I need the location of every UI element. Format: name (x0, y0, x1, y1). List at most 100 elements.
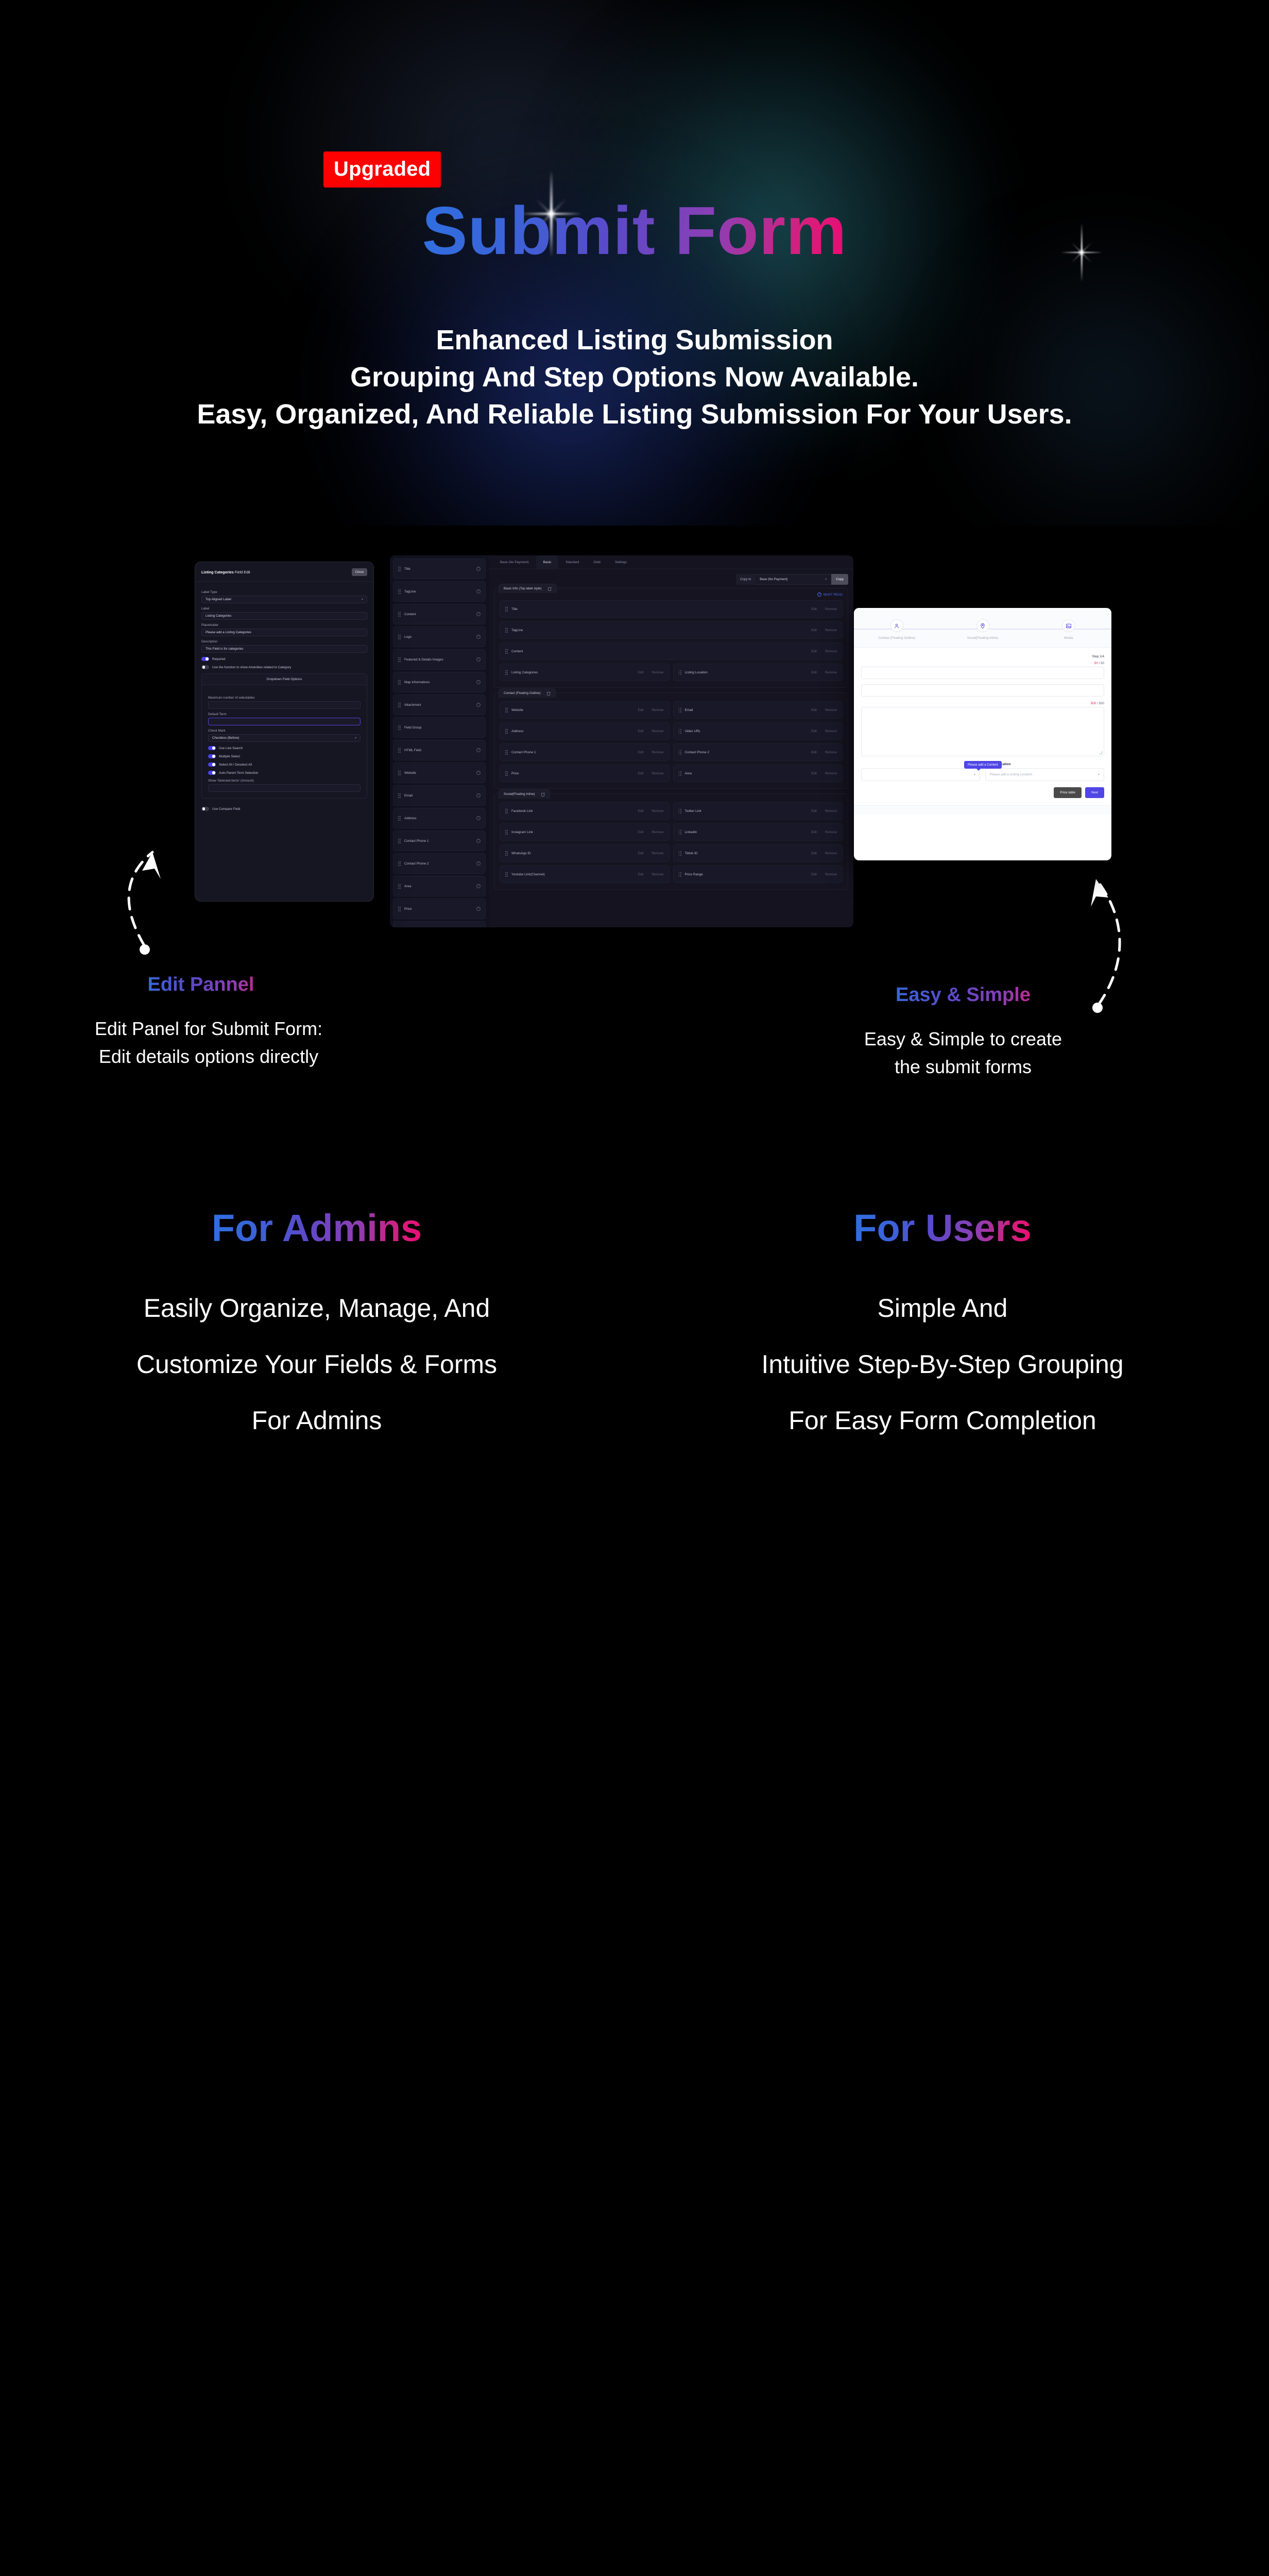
required-toggle-row[interactable]: Required (201, 657, 367, 661)
trash-icon[interactable] (541, 792, 545, 796)
listing-location-field[interactable]: Listing Location Please add a Listing Lo… (985, 762, 1104, 781)
field-list-item[interactable]: Website? (393, 762, 486, 783)
drag-handle-icon[interactable] (505, 749, 508, 755)
copy-button[interactable]: Copy (831, 574, 848, 585)
edit-link[interactable]: Edit (811, 730, 817, 733)
live-search-toggle[interactable] (208, 746, 216, 750)
help-icon[interactable]: ? (476, 793, 481, 798)
drag-handle-icon[interactable] (505, 669, 508, 675)
drag-handle-icon[interactable] (505, 728, 508, 734)
drag-handle-icon[interactable] (505, 606, 508, 612)
drag-handle-icon[interactable] (678, 749, 681, 755)
field-list-item[interactable]: Contact Phone 1? (393, 831, 486, 851)
field-group-tab[interactable]: Basic Info (Top label style) (499, 584, 557, 593)
help-icon[interactable]: ? (476, 861, 481, 866)
step-circle[interactable] (890, 619, 903, 632)
remove-link[interactable]: Remove (651, 708, 663, 712)
tab-basic[interactable]: Basic (536, 555, 559, 569)
content-textarea[interactable] (861, 707, 1104, 756)
edit-link[interactable]: Edit (638, 671, 644, 674)
auto-parent-toggle-row[interactable]: Auto Parent Term Selection (208, 771, 361, 775)
remove-link[interactable]: Remove (651, 852, 663, 855)
edit-link[interactable]: Edit (638, 809, 644, 813)
auto-parent-toggle[interactable] (208, 771, 216, 775)
edit-link[interactable]: Edit (811, 650, 817, 653)
form-field-card[interactable]: Content Edit Remove (500, 642, 843, 660)
help-icon[interactable]: ? (476, 589, 481, 594)
drag-handle-icon[interactable] (678, 669, 681, 675)
field-list-item[interactable]: Address? (393, 808, 486, 828)
copy-to-select[interactable]: Base (No Payment) ▾ (755, 574, 832, 585)
field-list-item[interactable]: Price Range? (393, 921, 486, 927)
drag-handle-icon[interactable] (398, 679, 401, 685)
price-table-button[interactable]: Price table (1054, 787, 1082, 798)
drag-handle-icon[interactable] (398, 838, 401, 844)
remove-link[interactable]: Remove (651, 730, 663, 733)
tab-standard[interactable]: Standard (558, 555, 586, 569)
edit-link[interactable]: Edit (811, 852, 817, 855)
field-list-item[interactable]: HTML Field? (393, 740, 486, 760)
form-field-card[interactable]: Contact Phone 2 Edit Remove (673, 743, 843, 761)
drag-handle-icon[interactable] (505, 829, 508, 835)
form-field-card[interactable]: Price Edit Remove (500, 765, 670, 782)
form-field-card[interactable]: Youtube Link(Channel) Edit Remove (500, 866, 670, 883)
field-group-tab[interactable]: Contact (Floating Outline) (499, 688, 556, 698)
placeholder-input[interactable]: Please add a Listing Categories (201, 629, 367, 636)
help-icon[interactable]: ? (476, 680, 481, 684)
help-icon[interactable]: ? (476, 635, 481, 639)
field-list-item[interactable]: Title? (393, 558, 486, 579)
help-icon[interactable]: ? (476, 567, 481, 571)
drag-handle-icon[interactable] (398, 906, 401, 912)
form-field-card[interactable]: Listing Categories Edit Remove (500, 664, 670, 681)
help-icon[interactable]: ? (476, 907, 481, 911)
drag-handle-icon[interactable] (398, 656, 401, 663)
form-field-card[interactable]: WhatsApp ID Edit Remove (500, 844, 670, 862)
remove-link[interactable]: Remove (651, 772, 663, 775)
drag-handle-icon[interactable] (678, 829, 681, 835)
edit-link[interactable]: Edit (811, 708, 817, 712)
edit-link[interactable]: Edit (638, 873, 644, 876)
edit-link[interactable]: Edit (811, 809, 817, 813)
title-input[interactable] (861, 667, 1104, 679)
available-fields-list[interactable]: Title? TagLine? Content? Logo? Featured & De… (390, 555, 489, 927)
tagline-input[interactable] (861, 684, 1104, 697)
drag-handle-icon[interactable] (505, 808, 508, 814)
form-field-card[interactable]: Price Range Edit Remove (673, 866, 843, 883)
edit-link[interactable]: Edit (638, 852, 644, 855)
form-builder-panel[interactable]: Title? TagLine? Content? Logo? Featured & De… (390, 555, 853, 927)
remove-link[interactable]: Remove (825, 852, 837, 855)
selected-items-input[interactable] (208, 784, 361, 792)
edit-link[interactable]: Edit (811, 831, 817, 834)
drag-handle-icon[interactable] (398, 860, 401, 867)
field-list-item[interactable]: Price? (393, 899, 486, 919)
drag-handle-icon[interactable] (398, 724, 401, 731)
label-type-select[interactable]: Top Aligned Label ▾ (201, 596, 367, 603)
remove-link[interactable]: Remove (825, 708, 837, 712)
remove-link[interactable]: Remove (825, 873, 837, 876)
edit-link[interactable]: Edit (638, 708, 644, 712)
form-field-card[interactable]: Title Edit Remove (500, 600, 843, 618)
form-actions[interactable]: Price table Next (854, 781, 1111, 805)
drag-handle-icon[interactable] (505, 871, 508, 877)
step-indicator[interactable]: Contact (Floating Outline) Social(Floatin… (854, 608, 1111, 648)
field-list-item[interactable]: Area? (393, 876, 486, 896)
field-list-item[interactable]: Content? (393, 604, 486, 624)
remove-link[interactable]: Remove (651, 671, 663, 674)
help-icon[interactable]: ? (476, 703, 481, 707)
remove-link[interactable]: Remove (651, 873, 663, 876)
form-field-card[interactable]: Listing Location Edit Remove (673, 664, 843, 681)
edit-link[interactable]: Edit (811, 751, 817, 754)
tab-gold[interactable]: Gold (586, 555, 608, 569)
edit-link[interactable]: Edit (638, 730, 644, 733)
help-icon[interactable]: ? (476, 657, 481, 662)
form-builder[interactable]: Base (No Payment) Basic Standard Gold Settin… (489, 555, 853, 927)
edit-link[interactable]: Edit (811, 772, 817, 775)
form-field-card[interactable]: Address Edit Remove (500, 722, 670, 740)
help-icon[interactable]: ? (476, 748, 481, 752)
form-field-card[interactable]: Contact Phone 1 Edit Remove (500, 743, 670, 761)
edit-link[interactable]: Edit (811, 873, 817, 876)
drag-handle-icon[interactable] (398, 747, 401, 753)
copy-to-row[interactable]: Copy to Base (No Payment) ▾ Copy (494, 574, 848, 585)
amenities-toggle[interactable] (201, 665, 209, 669)
max-selectables-input[interactable] (208, 701, 361, 709)
